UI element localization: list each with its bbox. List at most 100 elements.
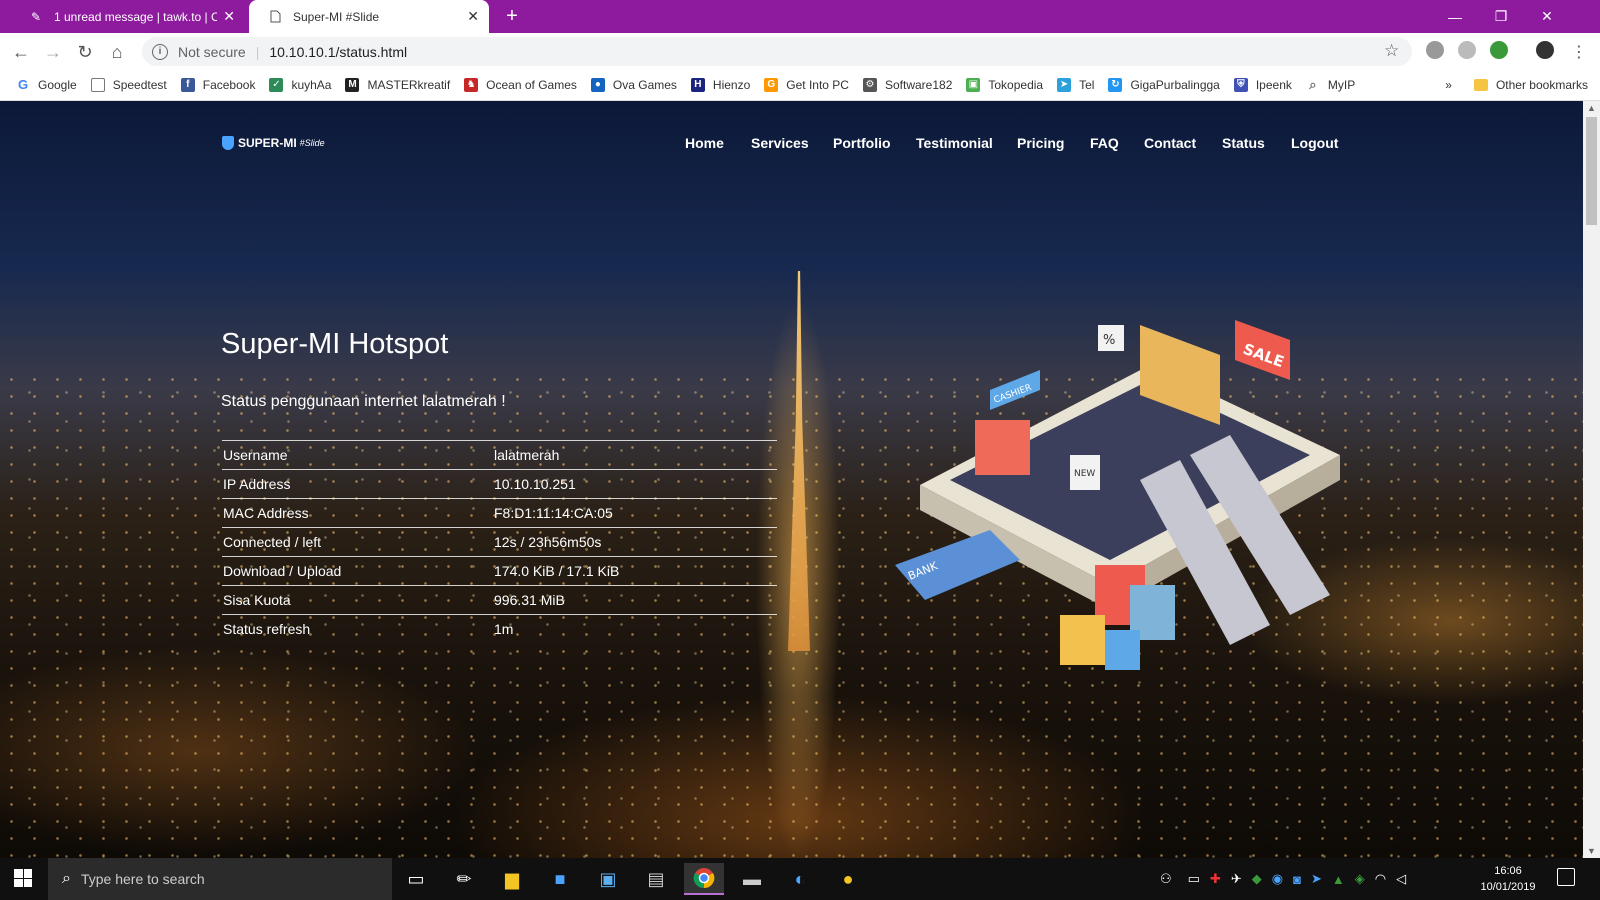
table-row: Status refresh 1m — [222, 615, 777, 644]
bookmark-label: Google — [38, 77, 77, 92]
status-label: IP Address — [223, 476, 291, 492]
telegram-icon[interactable]: ➤ — [1311, 871, 1322, 887]
tray-icon[interactable]: ✚ — [1210, 871, 1221, 887]
tray-icon[interactable]: ✈ — [1231, 871, 1242, 887]
chrome-icon[interactable] — [684, 863, 724, 895]
security-label: Not secure — [178, 43, 246, 60]
bookmark-star-icon[interactable]: ☆ — [1384, 41, 1399, 61]
bookmark-item[interactable]: ➤ Tel — [1057, 77, 1094, 92]
people-icon[interactable]: ⚇ — [1160, 871, 1172, 887]
tray-icon[interactable]: ◙ — [1293, 872, 1301, 887]
status-label: Sisa Kuota — [223, 592, 291, 608]
close-icon[interactable]: ✕ — [223, 8, 235, 25]
table-row: Connected / left 12s / 23h56m50s — [222, 528, 777, 557]
home-icon[interactable]: ⌂ — [104, 39, 130, 65]
adblock-icon[interactable] — [1426, 41, 1444, 59]
nav-portfolio[interactable]: Portfolio — [833, 135, 891, 155]
bookmark-item[interactable]: ⚙ Software182 — [862, 77, 953, 92]
back-icon[interactable]: ← — [8, 39, 34, 65]
clock-date: 10/01/2019 — [1480, 881, 1536, 893]
restore-icon[interactable]: ❐ — [1478, 0, 1524, 33]
network-app-icon[interactable]: ■ — [540, 863, 580, 895]
shield-icon — [222, 136, 234, 150]
percent-text: % — [1103, 333, 1115, 348]
bookmark-item[interactable]: ♞ Ocean of Games — [464, 77, 577, 92]
taskbar-search[interactable]: ⌕ Type here to search — [48, 858, 392, 900]
bookmark-item[interactable]: G Get Into PC — [764, 77, 849, 92]
bookmark-label: Ocean of Games — [486, 77, 577, 92]
tray-icon[interactable]: ◉ — [1272, 871, 1283, 887]
status-value: 174.0 KiB / 17.1 KiB — [494, 563, 620, 579]
pen-app-icon[interactable]: ✏ — [444, 863, 484, 895]
extension-icon[interactable] — [1490, 41, 1508, 59]
minimize-icon[interactable]: — — [1432, 0, 1478, 33]
nav-status[interactable]: Status — [1222, 135, 1265, 155]
other-bookmarks[interactable]: Other bookmarks — [1496, 78, 1588, 92]
menu-icon[interactable]: ⋮ — [1566, 39, 1592, 65]
clock[interactable]: 16:06 10/01/2019 — [1473, 863, 1543, 895]
nav-testimonial[interactable]: Testimonial — [916, 135, 993, 155]
new-text: NEW — [1074, 469, 1095, 479]
bookmark-item[interactable]: H Hienzo — [690, 77, 750, 92]
info-icon[interactable]: i — [152, 43, 168, 60]
notification-icon[interactable] — [1557, 868, 1575, 886]
forward-icon[interactable]: → — [40, 39, 66, 65]
bookmark-item[interactable]: Speedtest — [90, 77, 167, 92]
nav-faq[interactable]: FAQ — [1090, 135, 1119, 155]
app-icon[interactable]: ▣ — [588, 863, 628, 895]
tray-icon[interactable]: ▭ — [1188, 871, 1200, 887]
close-window-icon[interactable]: ✕ — [1524, 0, 1570, 33]
scrollbar[interactable]: ▲ ▼ — [1583, 101, 1600, 858]
url-text[interactable]: 10.10.10.1/status.html — [269, 44, 407, 60]
tab-tawk[interactable]: ✎ 1 unread message | tawk.to | Cha ✕ — [10, 0, 245, 33]
reload-icon[interactable]: ↻ — [72, 39, 98, 65]
close-icon[interactable]: ✕ — [467, 8, 479, 25]
nav-logout[interactable]: Logout — [1291, 135, 1338, 155]
wifi-icon[interactable]: ◠ — [1375, 871, 1386, 887]
site-logo[interactable]: SUPER-MI #Slide — [222, 136, 325, 150]
bookmark-item[interactable]: ⛨ Ipeenk — [1233, 77, 1292, 92]
file-explorer-icon[interactable]: ▆ — [492, 863, 532, 895]
bookmark-item[interactable]: M MASTERkreatif — [345, 77, 450, 92]
scroll-up-icon[interactable]: ▲ — [1587, 103, 1596, 113]
terminal-icon[interactable]: ▬ — [732, 863, 772, 895]
app-icon[interactable]: ● — [828, 863, 868, 895]
bookmark-item[interactable]: ⌕ MyIP — [1306, 77, 1355, 92]
new-tab-button[interactable]: + — [500, 4, 524, 28]
tray-icon[interactable]: ▲ — [1332, 872, 1345, 887]
status-label: Connected / left — [223, 534, 322, 550]
nav-contact[interactable]: Contact — [1144, 135, 1196, 155]
bookmark-favicon-icon: ⚙ — [862, 77, 877, 92]
tab-super-mi[interactable]: Super-MI #Slide ✕ — [249, 0, 489, 33]
bookmark-item[interactable]: f Facebook — [180, 77, 255, 92]
volume-icon[interactable]: ◁ — [1396, 871, 1406, 887]
nav-home[interactable]: Home — [685, 135, 724, 155]
bookmark-item[interactable]: G Google — [16, 77, 77, 92]
tray-icon[interactable]: ◆ — [1252, 871, 1262, 887]
bookmark-item[interactable]: ✓ kuyhAa — [269, 77, 331, 92]
search-placeholder: Type here to search — [80, 871, 205, 887]
logo-suffix: #Slide — [299, 138, 325, 148]
avatar[interactable] — [1536, 41, 1554, 59]
bookmark-favicon-icon: M — [345, 77, 360, 92]
address-bar[interactable]: i Not secure | 10.10.10.1/status.html — [142, 37, 1412, 66]
bookmark-favicon-icon — [90, 77, 105, 92]
more-bookmarks-icon[interactable]: » — [1445, 78, 1452, 92]
browser-tab-bar: ✎ 1 unread message | tawk.to | Cha ✕ Sup… — [0, 0, 1600, 33]
status-value: 12s / 23h56m50s — [494, 534, 602, 550]
windows-start-icon[interactable] — [14, 869, 32, 887]
task-view-icon[interactable]: ▭ — [396, 863, 436, 895]
scroll-down-icon[interactable]: ▼ — [1587, 846, 1596, 856]
bookmark-item[interactable]: ↻ GigaPurbalingga — [1108, 77, 1220, 92]
app-icon[interactable]: ▤ — [636, 863, 676, 895]
bookmark-item[interactable]: ▣ Tokopedia — [966, 77, 1043, 92]
bookmark-label: Software182 — [884, 77, 953, 92]
tray-icon[interactable]: ◈ — [1355, 871, 1365, 887]
bookmark-item[interactable]: ● Ova Games — [590, 77, 677, 92]
nav-pricing[interactable]: Pricing — [1017, 135, 1064, 155]
scrollbar-thumb[interactable] — [1586, 117, 1597, 225]
nav-services[interactable]: Services — [751, 135, 809, 155]
app-icon[interactable]: ◐ — [780, 863, 820, 895]
gift-box — [1105, 630, 1140, 670]
extension-icon[interactable] — [1458, 41, 1476, 59]
